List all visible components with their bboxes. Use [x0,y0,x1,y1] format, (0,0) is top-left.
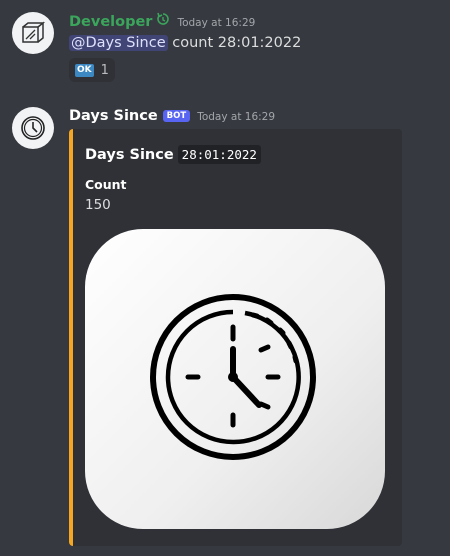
embed-title-text: Days Since [85,147,174,163]
message-developer: Developer Today at 16:29 @Days Since cou… [0,0,450,90]
reaction-ok[interactable]: OK 1 [69,58,115,82]
ok-emoji-icon: OK [75,63,94,77]
timestamp: Today at 16:29 [197,111,276,123]
clock-icon [21,116,45,140]
message-text: count 28:01:2022 [172,35,302,51]
message-content: @Days Since count 28:01:2022 [69,35,301,51]
clock-icon [150,294,316,460]
cube-icon [22,21,46,43]
mention[interactable]: @Days Since [69,35,168,51]
bot-badge: BOT [162,110,191,122]
field-value: 150 [85,197,111,213]
reaction-count: 1 [100,62,109,78]
booster-icon [156,11,170,30]
embed: Days Since 28:01:2022 Count 150 [69,129,402,546]
bot-username[interactable]: Days Since [69,108,158,124]
bot-avatar[interactable] [12,107,54,149]
embed-image[interactable] [85,229,385,529]
developer-avatar[interactable] [12,12,54,54]
embed-title-code: 28:01:2022 [177,145,261,164]
timestamp: Today at 16:29 [177,17,256,29]
field-name: Count [85,177,127,192]
username[interactable]: Developer [69,14,152,30]
embed-title: Days Since 28:01:2022 [85,145,261,164]
